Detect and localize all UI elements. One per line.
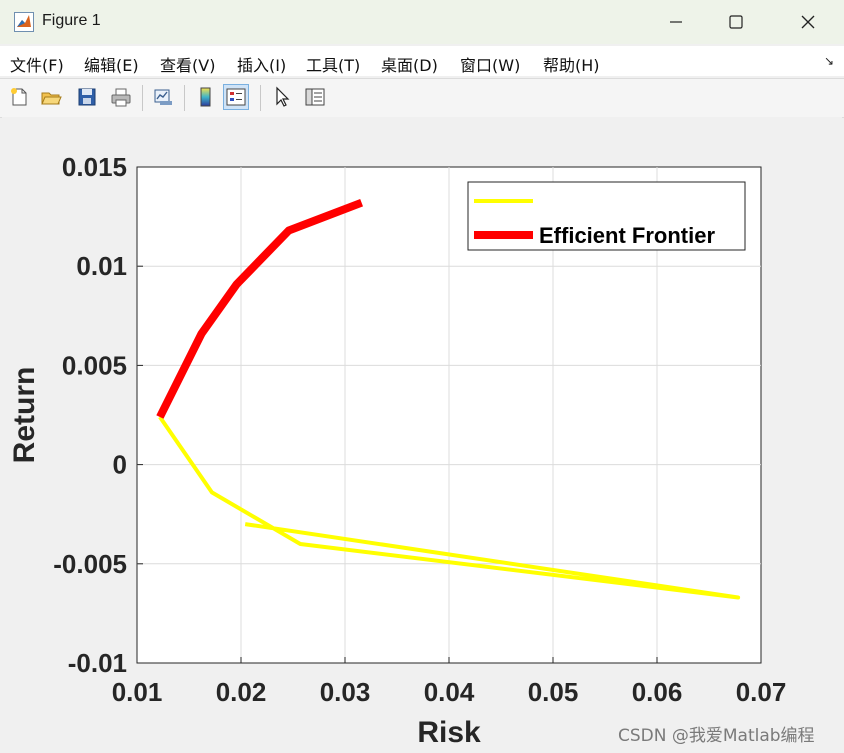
menu-tools[interactable]: 工具(T) [306, 52, 360, 76]
menu-insert[interactable]: 插入(I) [237, 52, 286, 76]
insert-legend-icon[interactable] [223, 84, 249, 110]
menu-edit[interactable]: 编辑(E) [84, 52, 139, 76]
menu-help[interactable]: 帮助(H) [543, 52, 600, 76]
x-tick-label: 0.06 [632, 677, 683, 707]
toolbar-separator [184, 85, 185, 111]
minimize-button[interactable] [648, 0, 704, 44]
window-title: Figure 1 [42, 12, 101, 29]
x-tick-label: 0.01 [112, 677, 163, 707]
x-tick-label: 0.03 [320, 677, 371, 707]
print-icon[interactable] [108, 84, 134, 110]
close-button[interactable] [780, 0, 836, 44]
x-tick-label: 0.07 [736, 677, 787, 707]
figure-canvas: 0.01 0.02 0.03 0.04 0.05 0.06 0.07 0.015 0.01 0.0… [2, 117, 842, 749]
plot-svg[interactable]: 0.01 0.02 0.03 0.04 0.05 0.06 0.07 0.015 0.01 0.0… [2, 117, 842, 749]
menu-file[interactable]: 文件(F) [10, 52, 64, 76]
menu-view[interactable]: 查看(V) [160, 52, 215, 76]
x-tick-label: 0.04 [424, 677, 475, 707]
y-tick-label: 0 [113, 450, 127, 480]
y-tick-label: -0.005 [53, 549, 127, 579]
save-icon[interactable] [74, 84, 100, 110]
maximize-button[interactable] [708, 0, 764, 44]
x-tick-label: 0.02 [216, 677, 267, 707]
title-bar: Figure 1 [0, 0, 844, 44]
y-tick-label: 0.015 [62, 152, 127, 182]
menu-window[interactable]: 窗口(W) [460, 52, 520, 76]
toolbar [0, 78, 844, 118]
link-plot-icon[interactable] [150, 84, 176, 110]
menu-bar: 文件(F) 编辑(E) 查看(V) 插入(I) 工具(T) 桌面(D) 窗口(W… [0, 46, 844, 76]
figure-window: Figure 1 文件(F) 编辑(E) 查看(V) 插入(I) 工具(T) 桌… [0, 0, 844, 751]
x-tick-label: 0.05 [528, 677, 579, 707]
matlab-logo-icon [14, 12, 34, 32]
x-axis-label: Risk [417, 716, 481, 749]
property-inspector-icon[interactable] [302, 84, 328, 110]
new-figure-icon[interactable] [6, 84, 32, 110]
insert-colorbar-icon[interactable] [192, 84, 218, 110]
toolbar-separator [142, 85, 143, 111]
menu-desktop[interactable]: 桌面(D) [381, 52, 438, 76]
y-tick-label: -0.01 [68, 648, 127, 678]
open-file-icon[interactable] [38, 84, 64, 110]
toolbar-separator [260, 85, 261, 111]
y-tick-label: 0.005 [62, 350, 127, 380]
menu-overflow-arrow-icon[interactable]: ↘ [824, 54, 834, 68]
y-tick-label: 0.01 [76, 251, 127, 281]
legend[interactable]: Efficient Frontier [467, 181, 746, 251]
legend-label-efficient-frontier: Efficient Frontier [539, 223, 715, 248]
watermark: CSDN @我爱Matlab编程 [618, 726, 815, 746]
edit-plot-icon[interactable] [268, 84, 294, 110]
y-axis-label: Return [8, 367, 41, 464]
